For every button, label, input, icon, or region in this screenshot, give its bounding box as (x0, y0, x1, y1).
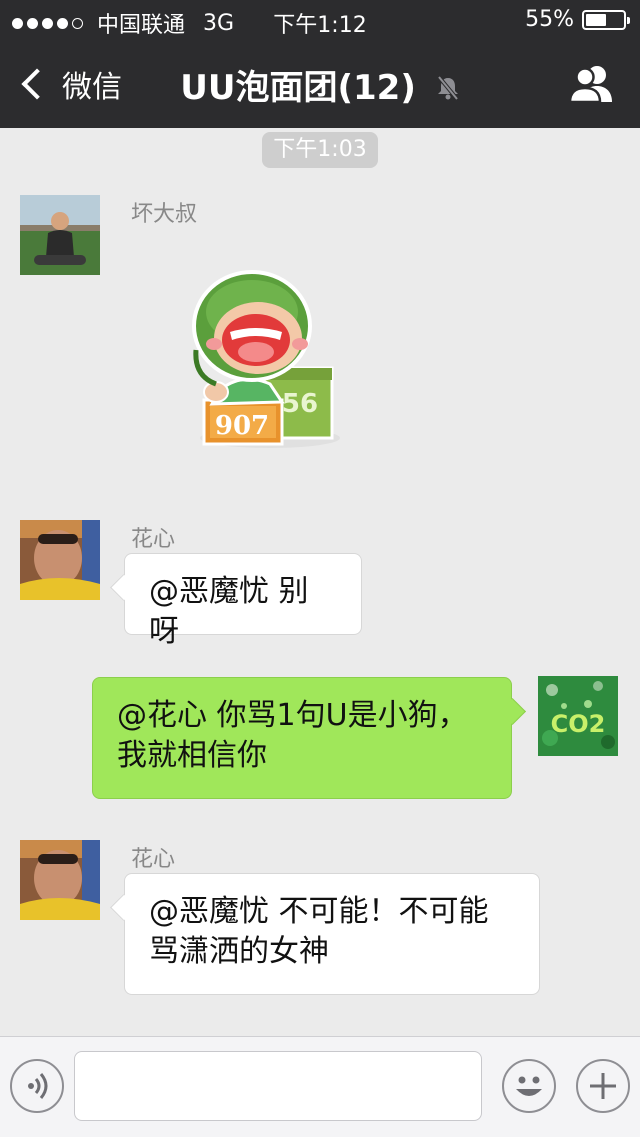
smiley-icon (516, 1076, 542, 1096)
message-text: @恶魔忧 别呀 (149, 574, 309, 649)
group-members-button[interactable] (568, 64, 614, 108)
sticker-label-56: 56 (282, 389, 318, 419)
incoming-message-bubble[interactable]: @恶魔忧 不可能！不可能 骂潇洒的女神 (124, 873, 540, 995)
message-text-line-2: 我就相信你 (117, 738, 267, 773)
incoming-message-bubble[interactable]: @恶魔忧 别呀 (124, 553, 362, 649)
bell-slash-icon (436, 70, 460, 110)
avatar[interactable] (20, 195, 100, 275)
sticker-label-907: 907 (215, 411, 269, 441)
outgoing-message-bubble[interactable]: @花心 你骂1句U是小狗， 我就相信你 (92, 677, 512, 799)
more-button[interactable] (576, 1059, 630, 1113)
emoji-button[interactable] (502, 1059, 556, 1113)
avatar[interactable] (20, 840, 100, 920)
group-contacts-icon (568, 66, 612, 104)
sender-name: 花心 (131, 527, 176, 552)
message-text-line-1: @花心 你骂1句U是小狗， (117, 698, 468, 733)
avatar-co2-text: CO2 (551, 710, 606, 738)
message-input[interactable] (74, 1051, 482, 1121)
message-text-line-2: 骂潇洒的女神 (149, 934, 329, 969)
chat-area[interactable]: 下午1:03 坏大叔 56 907 花心 @恶魔忧 别呀 @花心 你骂1句U是小… (0, 128, 640, 1036)
status-right: 55% (525, 7, 630, 32)
battery-percent: 55% (525, 7, 574, 32)
message-timestamp: 下午1:03 (262, 132, 378, 168)
chat-title: UU泡面团(12) (0, 60, 640, 110)
message-text-line-1: @恶魔忧 不可能！不可能 (149, 894, 489, 929)
chat-title-text: UU泡面团(12) (180, 68, 416, 108)
navigation-bar: 微信 UU泡面团(12) (0, 40, 640, 128)
sticker-message[interactable]: 56 907 (190, 252, 342, 452)
my-avatar[interactable]: CO2 (538, 676, 618, 756)
status-bar: 中国联通 3G 下午1:12 55% (0, 0, 640, 40)
sender-name: 坏大叔 (131, 202, 198, 227)
input-bar (0, 1036, 640, 1137)
battery-icon (582, 9, 630, 30)
voice-button[interactable] (10, 1059, 64, 1113)
voice-icon (28, 1073, 48, 1099)
sender-name: 花心 (131, 847, 176, 872)
avatar[interactable] (20, 520, 100, 600)
plus-icon (590, 1073, 616, 1099)
